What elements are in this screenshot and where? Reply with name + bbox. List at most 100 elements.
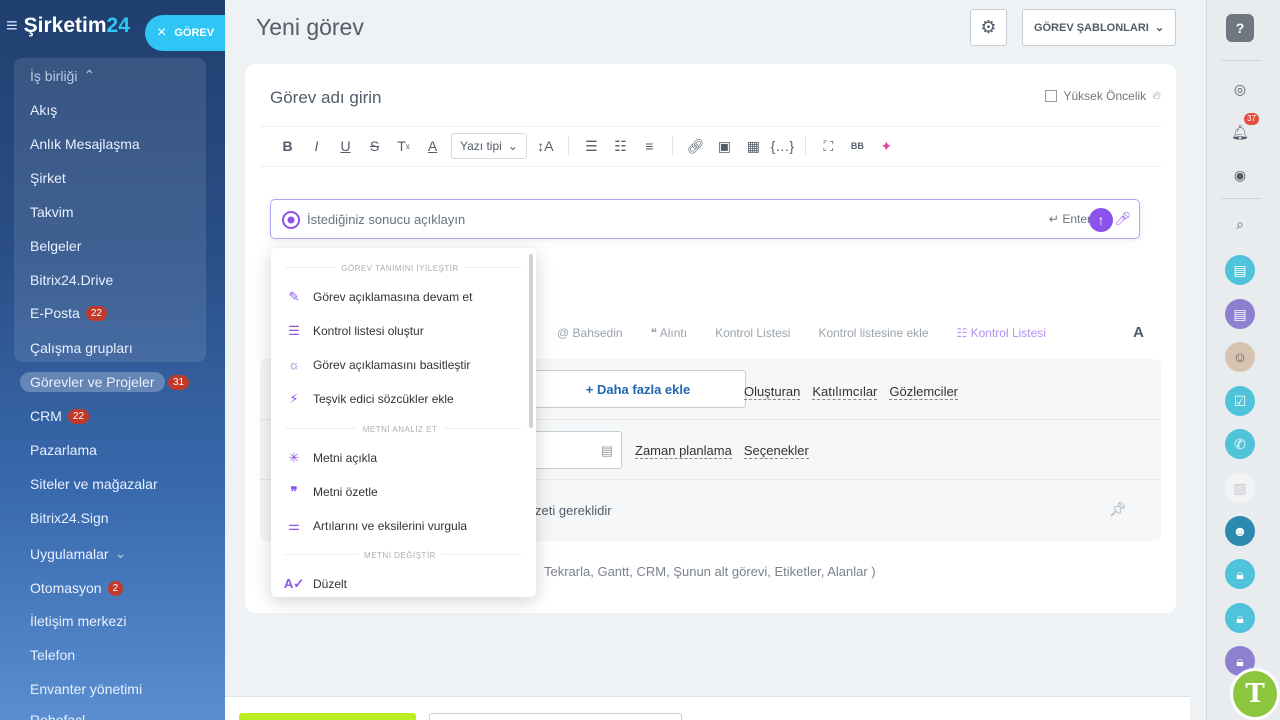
sidebar-item-documents[interactable]: Belgeler	[30, 238, 81, 254]
copilot-chat-icon[interactable]: ◎	[1225, 74, 1255, 104]
ai-image-icon[interactable]: ✦	[872, 134, 901, 158]
avatar[interactable]: ☺	[1225, 342, 1255, 372]
sidebar-item-calendar[interactable]: Takvim	[30, 204, 74, 220]
bullet-list-icon[interactable]: ☷	[606, 134, 635, 158]
send-button[interactable]: ↑	[1089, 208, 1113, 232]
sidebar-item-inventory[interactable]: Envanter yönetimi	[30, 681, 142, 697]
contact-card-icon[interactable]: ▤	[1225, 299, 1255, 329]
lock-icon[interactable]: 🔒︎	[1225, 559, 1255, 589]
font-size-icon[interactable]: ↕A	[531, 134, 560, 158]
ai-prompt-input[interactable]: İstediğiniz sonucu açıklayın ↵ Enter ↑ 🎤…	[270, 199, 1140, 239]
numbered-list-icon[interactable]: ☰	[577, 134, 606, 158]
table-icon[interactable]: ▦	[739, 134, 768, 158]
sidebar-item-crm[interactable]: CRM 22	[30, 408, 90, 424]
sidebar-item-contact-center[interactable]: İletişim merkezi	[30, 613, 126, 629]
sidebar-item-sites[interactable]: Siteler ve mağazalar	[30, 476, 158, 492]
extra-fields-links[interactable]: Tekrarla, Gantt, CRM, Şunun alt görevi, …	[544, 564, 876, 579]
secondary-action-button[interactable]	[429, 713, 682, 720]
sidebar-item-robofacl[interactable]: Robofacl	[30, 712, 85, 720]
bbcode-icon[interactable]: BB	[843, 134, 872, 158]
close-icon[interactable]: ×	[157, 24, 166, 42]
add-task-button[interactable]	[239, 713, 416, 720]
underline-icon[interactable]: U	[331, 134, 360, 158]
text-format-icon[interactable]: A	[1133, 324, 1144, 341]
bottom-action-bar	[225, 696, 1190, 720]
sidebar-item-messenger[interactable]: Anlık Mesajlaşma	[30, 136, 140, 152]
link-icon[interactable]: 🔗︎	[681, 134, 710, 158]
high-priority-toggle[interactable]: Yüksek Öncelik 🔥︎	[1045, 88, 1161, 103]
task-close-pill[interactable]: × GÖREV	[145, 15, 225, 51]
sidebar-item-telephony[interactable]: Telefon	[30, 647, 75, 663]
task-name-input[interactable]: Görev adı girin	[270, 88, 382, 108]
sliders-icon: ⚌	[288, 518, 300, 533]
chevron-up-icon: ⌃	[83, 67, 96, 83]
bold-icon[interactable]: B	[273, 134, 302, 158]
people-links: Oluşturan Katılımcılar Gözlemciler	[744, 384, 959, 400]
required-summary-text: zeti gereklidir	[535, 503, 612, 518]
observers-link[interactable]: Gözlemciler	[889, 384, 959, 400]
explain-text-item[interactable]: ✳ Metni açıkla	[285, 450, 377, 466]
creator-link[interactable]: Oluşturan	[744, 384, 801, 400]
sidebar-item-automation[interactable]: Otomasyon 2	[30, 580, 124, 596]
sidebar-item-tasks[interactable]: Görevler ve Projeler	[20, 372, 165, 392]
sidebar-item-apps[interactable]: Uygulamalar ⌄	[30, 545, 126, 562]
options-link[interactable]: Seçenekler	[743, 443, 809, 459]
create-checklist-item[interactable]: ☰ Kontrol listesi oluştur	[285, 323, 424, 339]
settings-button[interactable]: ⚙	[970, 9, 1007, 46]
quote-button[interactable]: ❝ Alıntı	[651, 326, 688, 340]
sidebar-item-marketing[interactable]: Pazarlama	[30, 442, 97, 458]
popup-scrollbar[interactable]	[529, 254, 533, 428]
time-planning-link[interactable]: Zaman planlama	[635, 443, 732, 459]
brand[interactable]: ≡ Şirketim24	[6, 14, 130, 38]
email-badge: 22	[85, 305, 107, 321]
sidebar-item-company[interactable]: Şirket	[30, 170, 66, 186]
task-templates-button[interactable]: GÖREV ŞABLONLARI ⌄	[1022, 9, 1176, 46]
sidebar-item-drive[interactable]: Bitrix24.Drive	[30, 272, 113, 288]
quote-icon: ❞	[290, 484, 298, 499]
italic-icon[interactable]: I	[302, 134, 331, 158]
calendar-icon[interactable]: ▤	[601, 443, 613, 459]
sidebar-item-feed[interactable]: Akış	[30, 102, 57, 118]
add-more-button[interactable]: + Daha fazla ekle	[530, 370, 746, 408]
lock-icon[interactable]: 🔒︎	[1225, 603, 1255, 633]
task-check-icon[interactable]: ☑	[1225, 386, 1255, 416]
toolbar-divider	[671, 137, 673, 155]
mention-button[interactable]: @ Bahsedin	[557, 326, 623, 340]
strikethrough-icon[interactable]: S	[360, 134, 389, 158]
sidebar-item-workgroups[interactable]: Çalışma grupları	[30, 340, 133, 356]
add-to-checklist-button[interactable]: Kontrol listesine ekle	[818, 326, 928, 340]
sidebar-item-email[interactable]: E-Posta 22	[30, 305, 107, 321]
chat-icon[interactable]: ◉	[1225, 160, 1255, 190]
pin-icon[interactable]: 📌︎	[1109, 501, 1127, 518]
image-icon[interactable]: ▨	[1225, 473, 1255, 503]
menu-icon[interactable]: ≡	[6, 16, 18, 36]
image-icon[interactable]: ▣	[710, 134, 739, 158]
high-priority-checkbox[interactable]	[1045, 89, 1058, 102]
add-encouraging-words-item[interactable]: ⚡︎ Teşvik edici sözcükler ekle	[285, 391, 453, 407]
code-icon[interactable]: {…}	[768, 134, 797, 158]
chevron-down-icon: ⌄	[114, 545, 127, 561]
deadline-input[interactable]: ▤	[530, 431, 622, 469]
clear-format-icon[interactable]: Tx	[389, 134, 418, 158]
summarize-text-item[interactable]: ❞ Metni özetle	[285, 484, 378, 500]
phone-icon[interactable]: ✆	[1225, 429, 1255, 459]
align-icon[interactable]: ≡	[635, 134, 664, 158]
font-select[interactable]: Yazı tipi ⌄	[451, 133, 527, 159]
ai-checklist-button[interactable]: ☷ Kontrol Listesi	[957, 326, 1046, 340]
fullscreen-icon[interactable]: ⛶	[814, 134, 843, 158]
group-chat-icon[interactable]: ☻	[1225, 516, 1255, 546]
microphone-icon[interactable]: 🎤︎	[1114, 211, 1131, 227]
continue-description-item[interactable]: ✎ Görev açıklamasına devam et	[285, 289, 473, 305]
simplify-description-item[interactable]: ☼ Görev açıklamasını basitleştir	[285, 357, 470, 372]
pros-cons-item[interactable]: ⚌ Artılarını ve eksilerini vurgula	[285, 518, 467, 534]
sidebar-item-sign[interactable]: Bitrix24.Sign	[30, 510, 109, 526]
bell-icon[interactable]: 🔔︎ 37	[1225, 113, 1259, 147]
participants-link[interactable]: Katılımcılar	[812, 384, 878, 400]
contact-card-icon[interactable]: ▤	[1225, 255, 1255, 285]
text-color-icon[interactable]: A	[418, 134, 447, 158]
help-icon[interactable]: ?	[1226, 14, 1254, 42]
fix-text-item[interactable]: A✓ Düzelt	[284, 576, 347, 592]
checklist-button[interactable]: Kontrol Listesi	[715, 326, 790, 340]
search-icon[interactable]: ⌕	[1225, 209, 1255, 239]
sidebar-item-collaboration[interactable]: İş birliği ⌃	[30, 67, 95, 84]
